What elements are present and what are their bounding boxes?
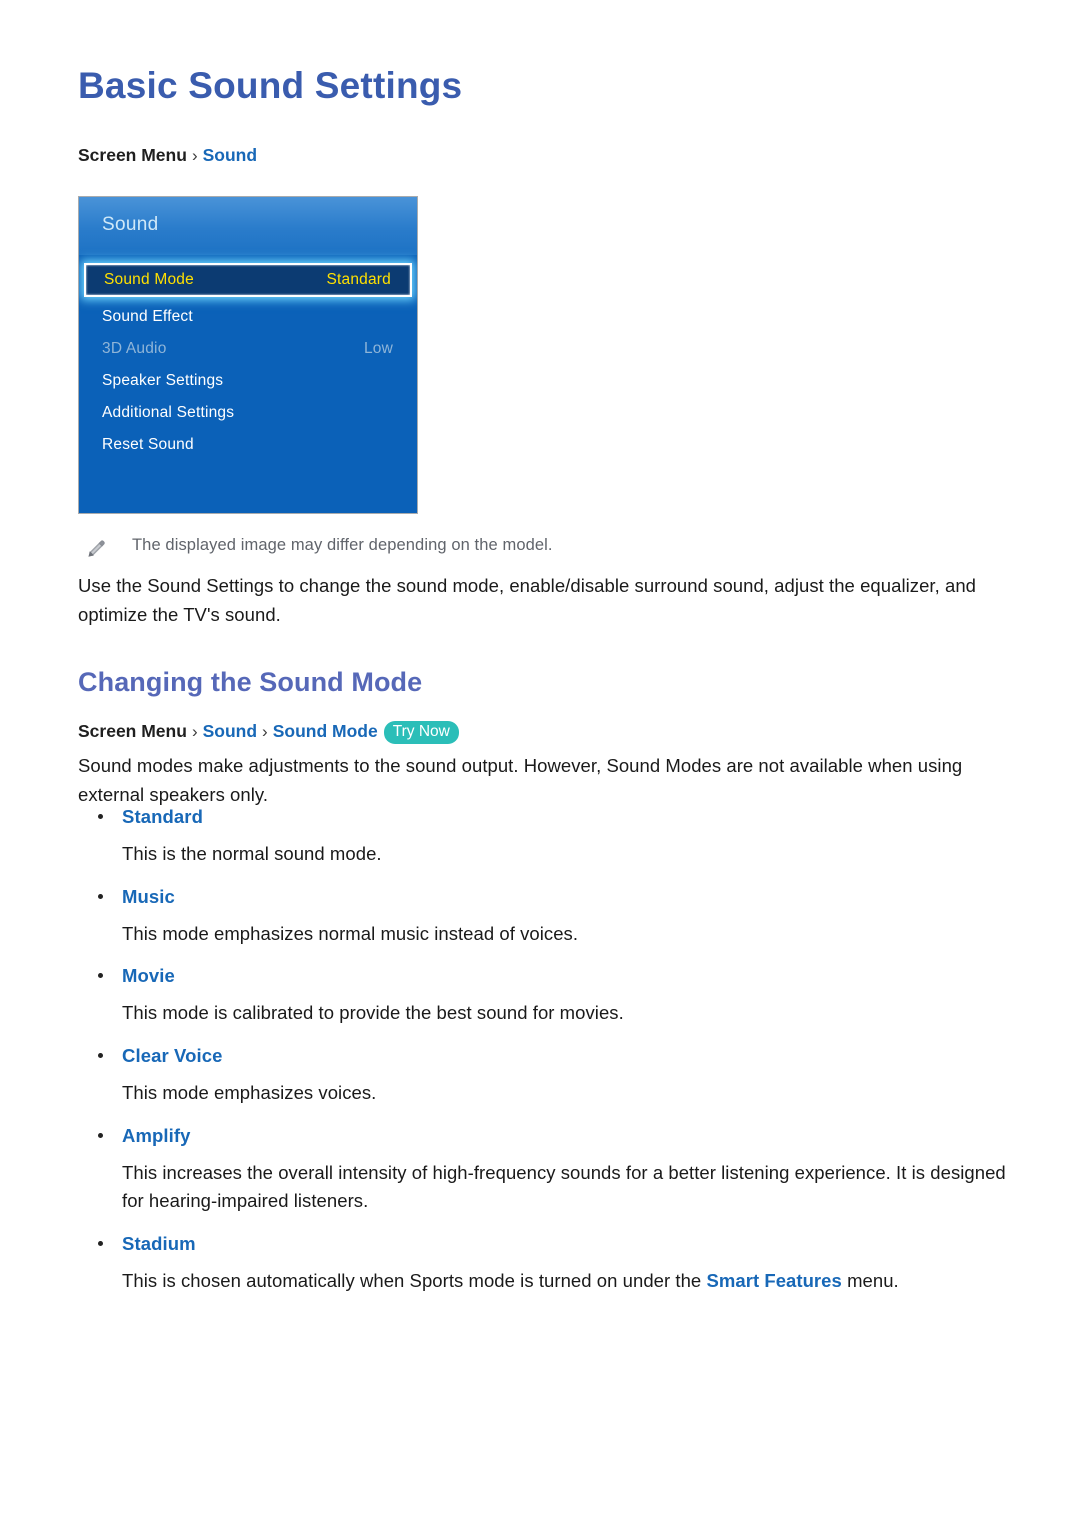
tv-menu-item-label: Speaker Settings xyxy=(102,372,224,389)
list-item: Clear Voice This mode emphasizes voices. xyxy=(78,1045,1008,1108)
bullet-icon xyxy=(98,814,103,819)
mode-term-label: Stadium xyxy=(122,1233,196,1255)
tv-menu-title: Sound xyxy=(102,214,159,235)
tv-menu-item-label: Sound Mode xyxy=(104,271,194,288)
list-item: Music This mode emphasizes normal music … xyxy=(78,886,1008,949)
breadcrumb-root: Screen Menu xyxy=(78,145,187,165)
mode-description-pre: This is chosen automatically when Sports… xyxy=(122,1270,707,1292)
tv-menu-item-label: Additional Settings xyxy=(102,404,235,421)
breadcrumb-separator-icon: › xyxy=(262,722,268,741)
mode-description: This is the normal sound mode. xyxy=(122,843,382,864)
list-item: Movie This mode is calibrated to provide… xyxy=(78,965,1008,1028)
mode-description: This mode is calibrated to provide the b… xyxy=(122,1002,624,1024)
tv-menu-item-value: Low xyxy=(363,340,393,357)
mode-term-row: Movie xyxy=(78,965,1008,987)
breadcrumb-section: Screen Menu › Sound › Sound Mode Try Now xyxy=(78,721,459,745)
bullet-icon xyxy=(98,973,103,979)
inline-link-smart-features[interactable]: Smart Features xyxy=(706,1270,841,1291)
bullet-icon xyxy=(98,1053,103,1059)
breadcrumb-top: Screen Menu › Sound xyxy=(78,145,257,165)
mode-term-label: Amplify xyxy=(122,1124,191,1146)
tv-menu-item-sound-mode[interactable]: Sound Mode Standard xyxy=(84,263,412,297)
mode-description: This is chosen automatically when Sports… xyxy=(122,1267,1008,1296)
tv-menu-item-sound-effect[interactable]: Sound Effect xyxy=(79,301,417,333)
try-now-badge[interactable]: Try Now xyxy=(383,721,459,744)
tv-menu-item-speaker-settings[interactable]: Speaker Settings xyxy=(79,365,417,397)
mode-term-label: Clear Voice xyxy=(122,1045,223,1067)
list-item: Stadium This is chosen automatically whe… xyxy=(78,1233,1008,1296)
tv-menu-item-3d-audio: 3D Audio Low xyxy=(79,333,417,365)
bullet-icon xyxy=(98,1132,103,1138)
breadcrumb-root: Screen Menu xyxy=(78,721,187,741)
mode-term-row: Clear Voice xyxy=(78,1045,1008,1067)
mode-term-row: Amplify xyxy=(78,1125,1008,1147)
pencil-icon xyxy=(86,537,106,557)
mode-term-label: Music xyxy=(122,885,175,907)
breadcrumb-item-sound-mode[interactable]: Sound Mode xyxy=(273,721,378,741)
tv-menu-list: Sound Mode Standard Sound Effect 3D Audi… xyxy=(79,255,417,461)
page-title: Basic Sound Settings xyxy=(78,65,463,106)
tv-menu-item-label: Sound Effect xyxy=(102,308,193,325)
tv-menu-item-value: Standard xyxy=(326,271,391,288)
breadcrumb-item-sound[interactable]: Sound xyxy=(203,145,257,165)
tv-sound-menu-panel: Sound Sound Mode Standard Sound Effect 3… xyxy=(78,196,418,514)
bullet-icon xyxy=(98,1241,103,1247)
breadcrumb-separator-icon: › xyxy=(191,146,198,165)
tv-menu-item-label: 3D Audio xyxy=(102,340,167,357)
tv-menu-header: Sound xyxy=(79,197,417,255)
mode-term-row: Music xyxy=(78,886,1008,908)
mode-description: This increases the overall intensity of … xyxy=(122,1161,1006,1212)
bullet-icon xyxy=(98,893,103,899)
modes-paragraph: Sound modes make adjustments to the soun… xyxy=(78,755,963,805)
mode-description: This mode emphasizes normal music instea… xyxy=(122,922,579,944)
list-item: Amplify This increases the overall inten… xyxy=(78,1125,1008,1216)
mode-term-row: Standard xyxy=(78,806,1008,828)
document-page: Basic Sound Settings Screen Menu › Sound S… xyxy=(0,0,1080,1527)
breadcrumb-item-sound[interactable]: Sound xyxy=(203,721,257,741)
sound-mode-list: Standard This is the normal sound mode. … xyxy=(78,806,1008,1313)
intro-paragraph: Use the Sound Settings to change the sou… xyxy=(78,575,976,625)
mode-description-post: menu. xyxy=(841,1270,899,1292)
section-heading-changing-sound-mode: Changing the Sound Mode xyxy=(78,667,423,697)
mode-description: This mode emphasizes voices. xyxy=(122,1082,377,1104)
mode-term-row: Stadium xyxy=(78,1233,1008,1255)
tv-menu-item-additional-settings[interactable]: Additional Settings xyxy=(79,397,417,429)
list-item: Standard This is the normal sound mode. xyxy=(78,806,1008,869)
tv-menu-item-label: Reset Sound xyxy=(102,436,194,453)
image-note: The displayed image may differ depending… xyxy=(86,536,553,557)
mode-term-label: Standard xyxy=(122,806,203,827)
image-note-text: The displayed image may differ depending… xyxy=(132,536,553,554)
mode-term-label: Movie xyxy=(122,965,175,987)
tv-menu-item-reset-sound[interactable]: Reset Sound xyxy=(79,429,417,461)
breadcrumb-separator-icon: › xyxy=(191,722,198,741)
